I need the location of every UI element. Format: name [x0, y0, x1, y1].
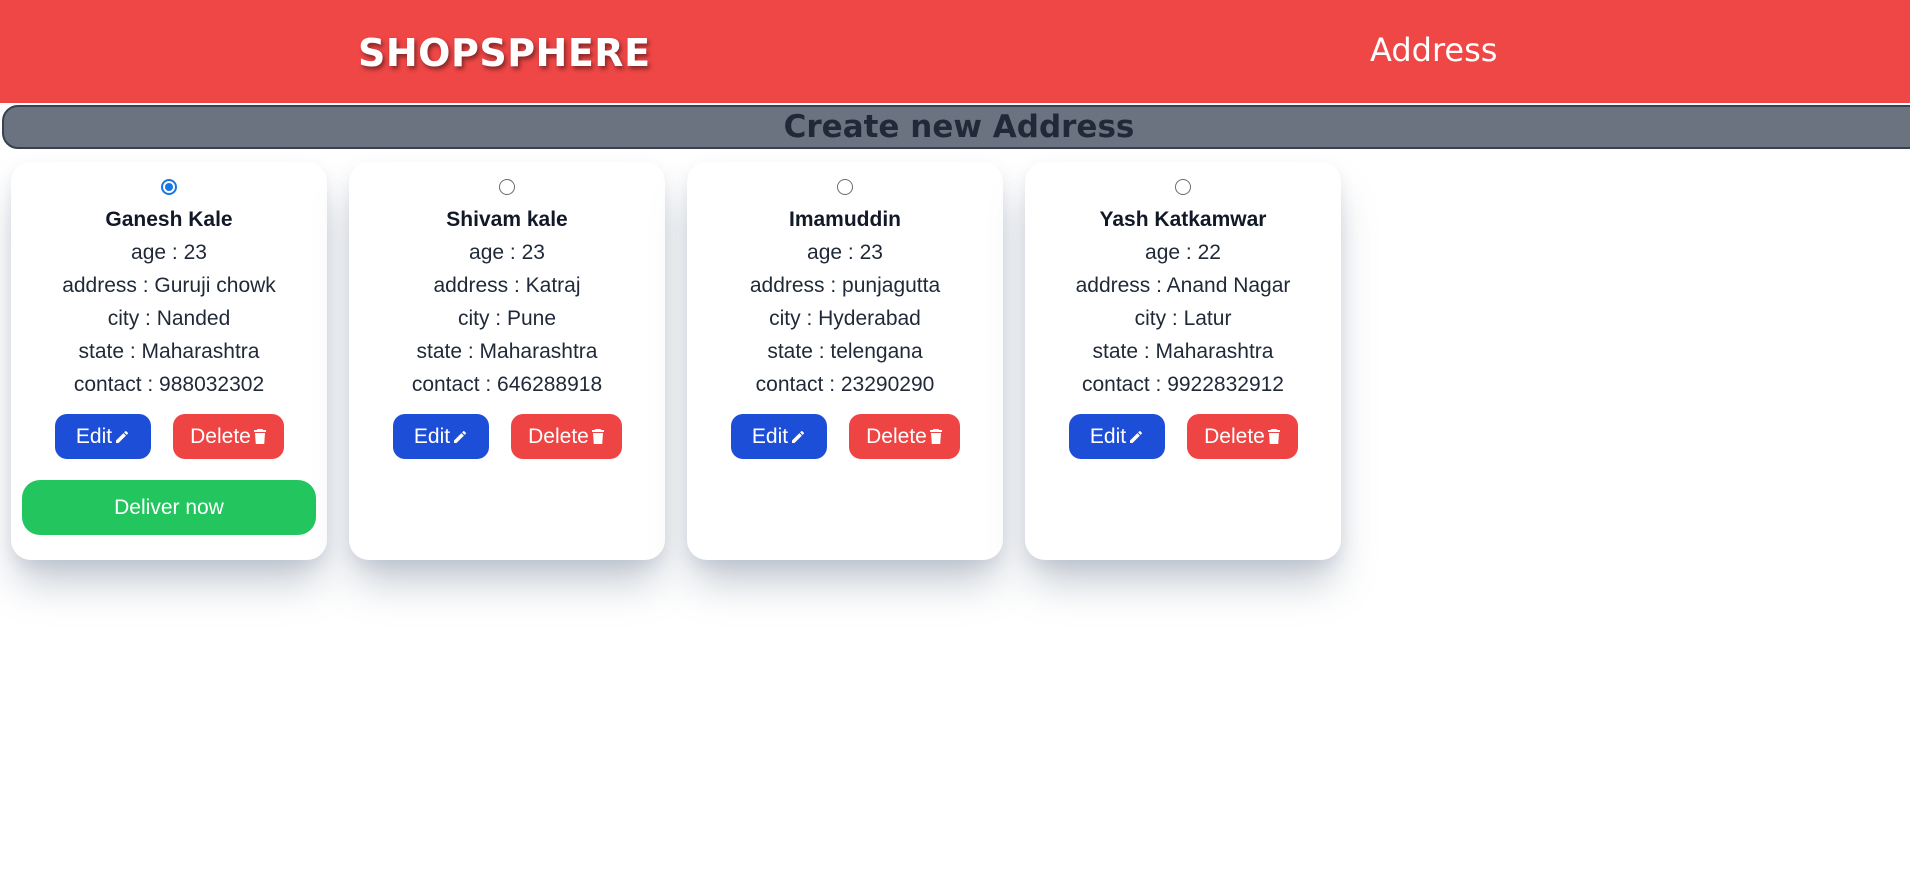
address-select-radio[interactable]	[1175, 179, 1191, 195]
trash-icon	[929, 429, 942, 444]
edit-button-label: Edit	[1089, 425, 1127, 448]
edit-button-label: Edit	[751, 425, 789, 448]
address-state: state : telengana	[767, 340, 923, 363]
address-state: state : Maharashtra	[416, 340, 598, 363]
address-name: Imamuddin	[788, 208, 901, 231]
address-street: address : Katraj	[433, 274, 581, 297]
edit-button-label: Edit	[75, 425, 113, 448]
address-city: city : Latur	[1134, 307, 1232, 330]
create-address-button[interactable]: Create new Address	[2, 105, 1910, 149]
address-street: address : Anand Nagar	[1075, 274, 1291, 297]
app-header: SHOPSPHERE Address	[0, 0, 1910, 103]
address-card: Imamuddin age : 23 address : punjagutta …	[687, 162, 1003, 560]
address-state: state : Maharashtra	[78, 340, 260, 363]
address-age: age : 23	[807, 241, 883, 264]
edit-button[interactable]: Edit	[393, 414, 489, 459]
delete-button-label: Delete	[866, 425, 927, 448]
address-age: age : 23	[469, 241, 545, 264]
edit-button[interactable]: Edit	[1069, 414, 1165, 459]
pencil-icon	[1130, 430, 1143, 443]
brand-logo[interactable]: SHOPSPHERE	[358, 28, 651, 78]
address-state: state : Maharashtra	[1092, 340, 1274, 363]
address-name: Yash Katkamwar	[1099, 208, 1267, 231]
address-name: Shivam kale	[446, 208, 568, 231]
delete-button-label: Delete	[190, 425, 251, 448]
address-card: Ganesh Kale age : 23 address : Guruji ch…	[11, 162, 327, 560]
address-contact: contact : 9922832912	[1081, 373, 1284, 396]
address-name: Ganesh Kale	[105, 208, 233, 231]
edit-button[interactable]: Edit	[55, 414, 151, 459]
address-card: Yash Katkamwar age : 22 address : Anand …	[1025, 162, 1341, 560]
address-age: age : 22	[1145, 241, 1221, 264]
trash-icon	[253, 429, 266, 444]
delete-button[interactable]: Delete	[511, 414, 622, 459]
create-address-label: Create new Address	[783, 109, 1135, 145]
delete-button[interactable]: Delete	[173, 414, 284, 459]
address-street: address : Guruji chowk	[62, 274, 276, 297]
deliver-now-button[interactable]: Deliver now	[22, 480, 316, 535]
address-card: Shivam kale age : 23 address : Katraj ci…	[349, 162, 665, 560]
pencil-icon	[116, 430, 129, 443]
address-select-radio[interactable]	[837, 179, 853, 195]
delete-button-label: Delete	[1204, 425, 1265, 448]
address-street: address : punjagutta	[749, 274, 941, 297]
address-age: age : 23	[131, 241, 207, 264]
trash-icon	[1267, 429, 1280, 444]
edit-button-label: Edit	[413, 425, 451, 448]
address-city: city : Nanded	[107, 307, 231, 330]
address-select-radio[interactable]	[161, 179, 177, 195]
pencil-icon	[454, 430, 467, 443]
delete-button[interactable]: Delete	[849, 414, 960, 459]
edit-button[interactable]: Edit	[731, 414, 827, 459]
address-contact: contact : 23290290	[755, 373, 935, 396]
address-contact: contact : 646288918	[411, 373, 603, 396]
address-city: city : Hyderabad	[769, 307, 921, 330]
address-contact: contact : 988032302	[73, 373, 265, 396]
delete-button-label: Delete	[528, 425, 589, 448]
delete-button[interactable]: Delete	[1187, 414, 1298, 459]
pencil-icon	[792, 430, 805, 443]
page-title: Address	[1370, 31, 1498, 69]
trash-icon	[591, 429, 604, 444]
address-city: city : Pune	[457, 307, 557, 330]
address-select-radio[interactable]	[499, 179, 515, 195]
